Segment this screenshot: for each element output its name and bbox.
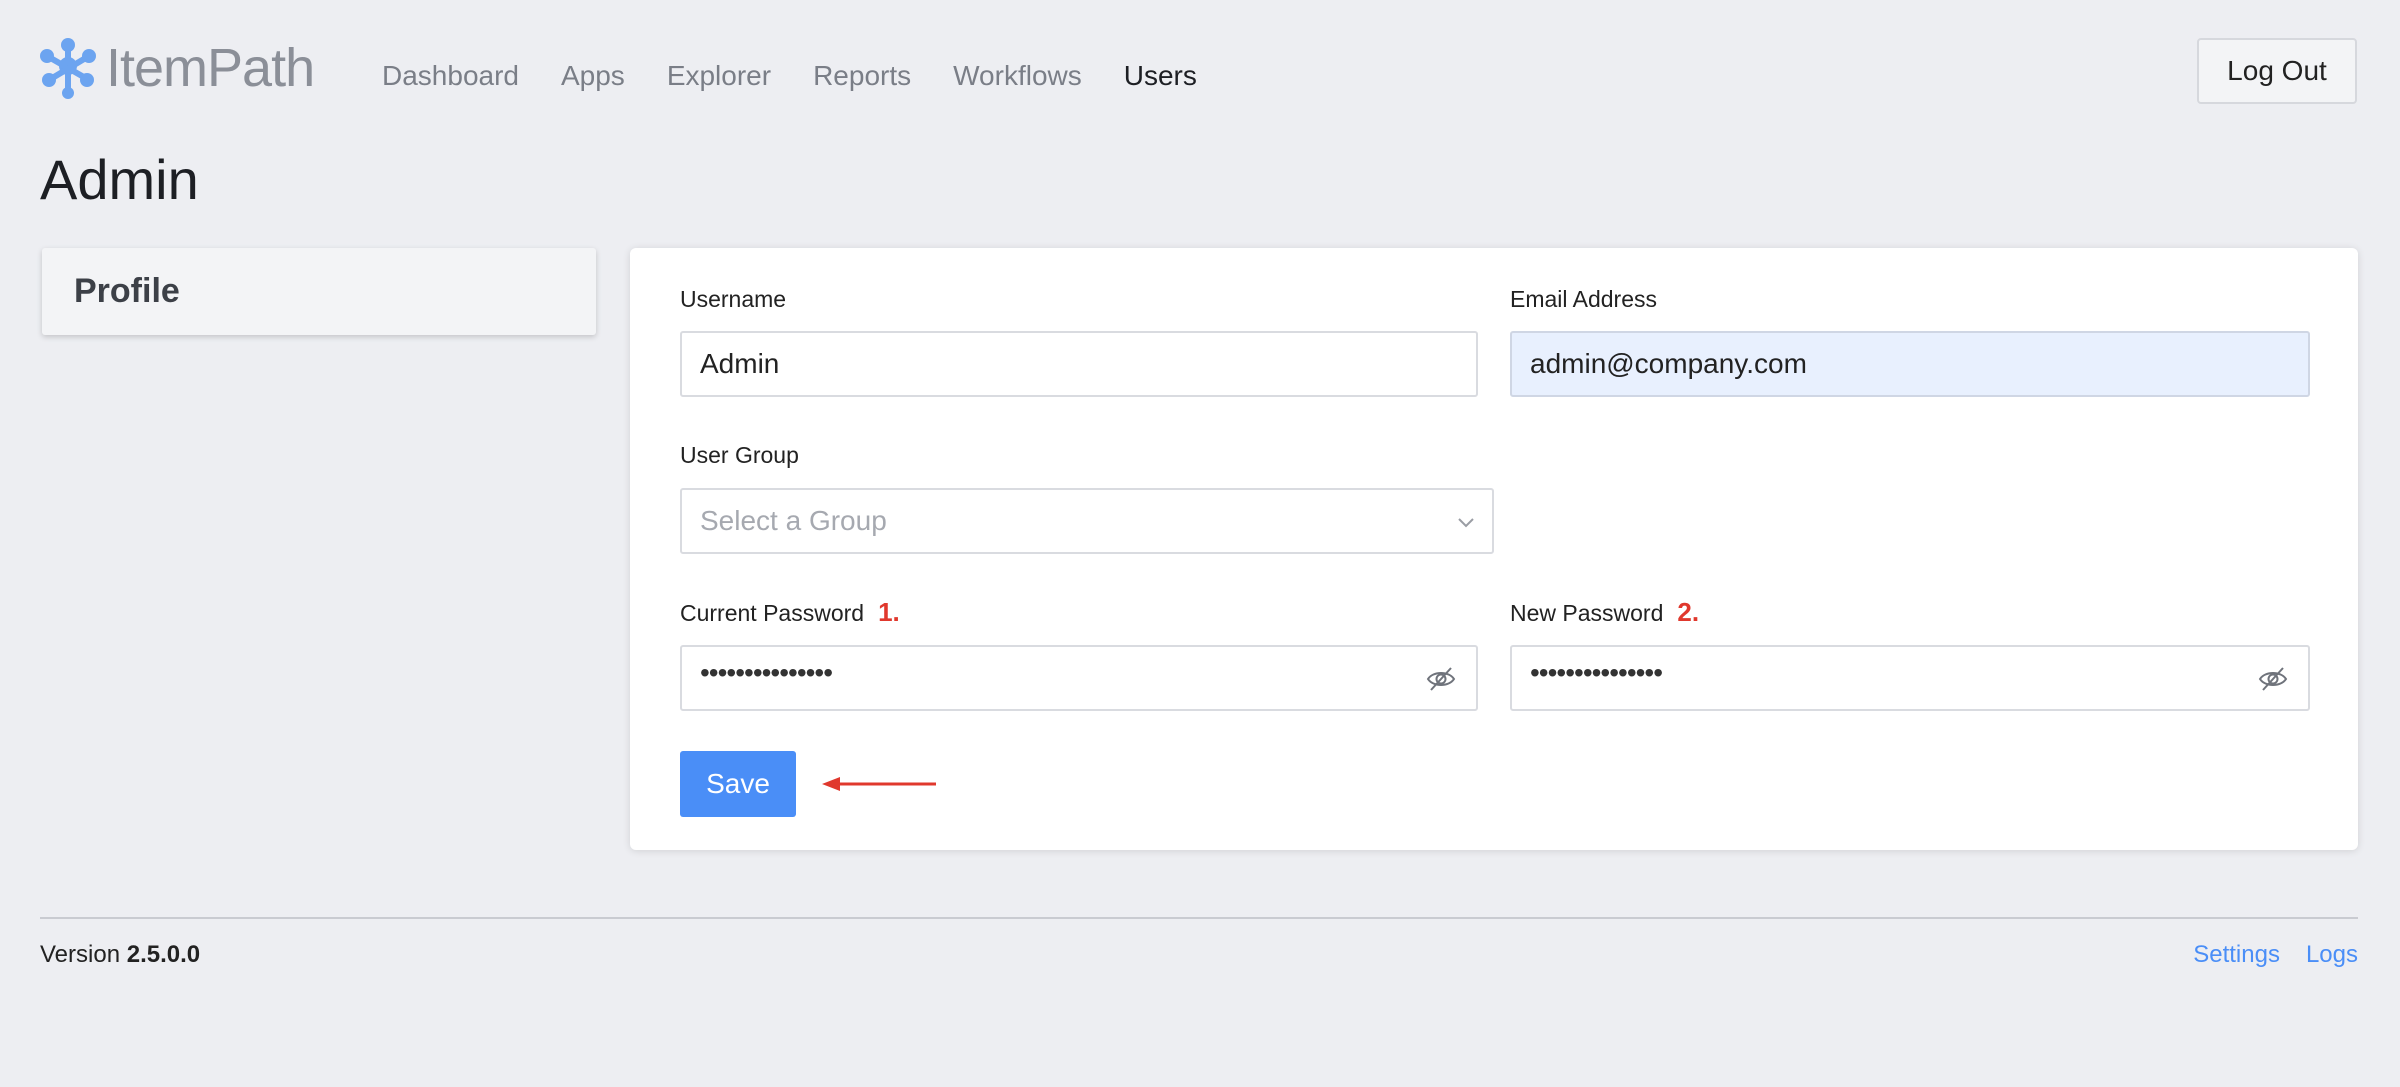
- version-text: Version 2.5.0.0: [40, 940, 200, 970]
- page-title: Admin: [40, 148, 199, 211]
- email-label: Email Address: [1510, 286, 1658, 312]
- profile-form-card: Username Admin Email Address admin@compa…: [630, 248, 2358, 850]
- nav-item-explorer[interactable]: Explorer: [667, 56, 771, 96]
- current-password-label-text: Current Password: [680, 600, 865, 626]
- sidebar-item-profile[interactable]: Profile: [42, 248, 596, 335]
- new-password-label: New Password 2.: [1510, 597, 1699, 628]
- chevron-down-icon: [1458, 518, 1474, 528]
- email-input[interactable]: admin@company.com: [1510, 331, 2310, 397]
- current-password-annotation: 1.: [878, 597, 900, 627]
- nav-item-dashboard[interactable]: Dashboard: [382, 56, 519, 96]
- new-password-input[interactable]: •••••••••••••••: [1510, 645, 2310, 711]
- brand-name: ItemPath: [106, 38, 315, 98]
- eye-slash-icon[interactable]: [1426, 665, 1456, 693]
- logout-button[interactable]: Log Out: [2197, 38, 2357, 104]
- itempath-logo-icon: [40, 38, 96, 99]
- main-nav: Dashboard Apps Explorer Reports Workflow…: [382, 56, 1197, 96]
- nav-item-workflows[interactable]: Workflows: [953, 56, 1082, 96]
- eye-slash-icon[interactable]: [2258, 665, 2288, 693]
- user-group-placeholder: Select a Group: [700, 505, 887, 536]
- current-password-value: •••••••••••••••: [700, 657, 833, 688]
- version-number: 2.5.0.0: [126, 941, 201, 968]
- nav-item-users[interactable]: Users: [1124, 56, 1197, 96]
- save-button[interactable]: Save: [680, 751, 796, 817]
- email-value: admin@company.com: [1530, 348, 1807, 379]
- logs-link[interactable]: Logs: [2306, 940, 2358, 970]
- brand-logo[interactable]: ItemPath: [38, 36, 315, 100]
- user-group-label: User Group: [680, 442, 799, 468]
- new-password-annotation: 2.: [1677, 597, 1700, 627]
- settings-link[interactable]: Settings: [2193, 940, 2280, 970]
- footer-divider: [40, 917, 2358, 919]
- nav-item-reports[interactable]: Reports: [813, 56, 911, 96]
- username-input[interactable]: Admin: [680, 331, 1478, 397]
- user-group-select[interactable]: Select a Group: [680, 488, 1494, 554]
- arrow-left-icon: [822, 777, 936, 791]
- nav-item-apps[interactable]: Apps: [561, 56, 625, 96]
- username-label: Username: [680, 286, 787, 312]
- current-password-label: Current Password 1.: [680, 597, 900, 628]
- new-password-label-text: New Password: [1510, 600, 1664, 626]
- username-value: Admin: [700, 348, 780, 379]
- footer-links: Settings Logs: [2193, 940, 2358, 970]
- version-label: Version: [40, 941, 121, 968]
- new-password-value: •••••••••••••••: [1530, 657, 1663, 688]
- current-password-input[interactable]: •••••••••••••••: [680, 645, 1478, 711]
